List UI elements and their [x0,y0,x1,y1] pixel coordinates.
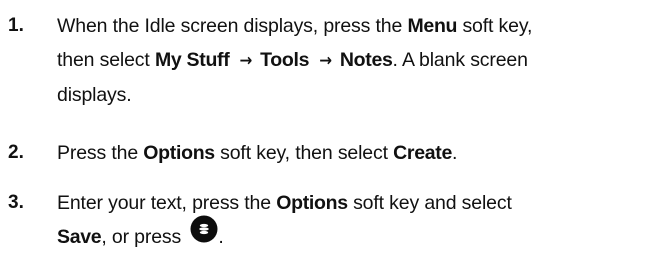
arrow-icon: → [239,51,253,71]
step-number: 1. [8,15,24,36]
text: . A blank screen [392,49,528,71]
step-number: 3. [8,192,24,213]
create-label: Create [393,142,453,164]
text: . [452,142,458,164]
center-select-key-icon [190,215,218,254]
text: Enter your text, press the [57,192,277,214]
text: displays. [57,84,132,106]
text: soft key, [457,15,533,37]
step-number: 2. [8,142,24,163]
options-key-label: Options [276,192,348,214]
text: . [218,226,224,248]
tools-label: Tools [260,49,310,71]
options-key-label: Options [143,142,215,164]
notes-label: Notes [339,49,393,71]
text: , or press [101,226,187,248]
text: then select [57,49,155,71]
arrow-icon: → [319,51,332,71]
step-text: When the Idle screen displays, press the… [57,9,652,112]
step-text: Enter your text, press the Options soft … [57,186,652,254]
text: soft key, then select [214,142,394,164]
menu-key-label: Menu [407,15,458,37]
text: When the Idle screen displays, press the [57,15,408,37]
text: Press the [57,142,144,164]
step-text: Press the Options soft key, then select … [57,136,652,170]
text: soft key and select [347,192,512,214]
save-label: Save [57,226,102,248]
my-stuff-label: My Stuff [154,49,230,71]
instruction-steps: 1. When the Idle screen displays, press … [0,0,656,268]
